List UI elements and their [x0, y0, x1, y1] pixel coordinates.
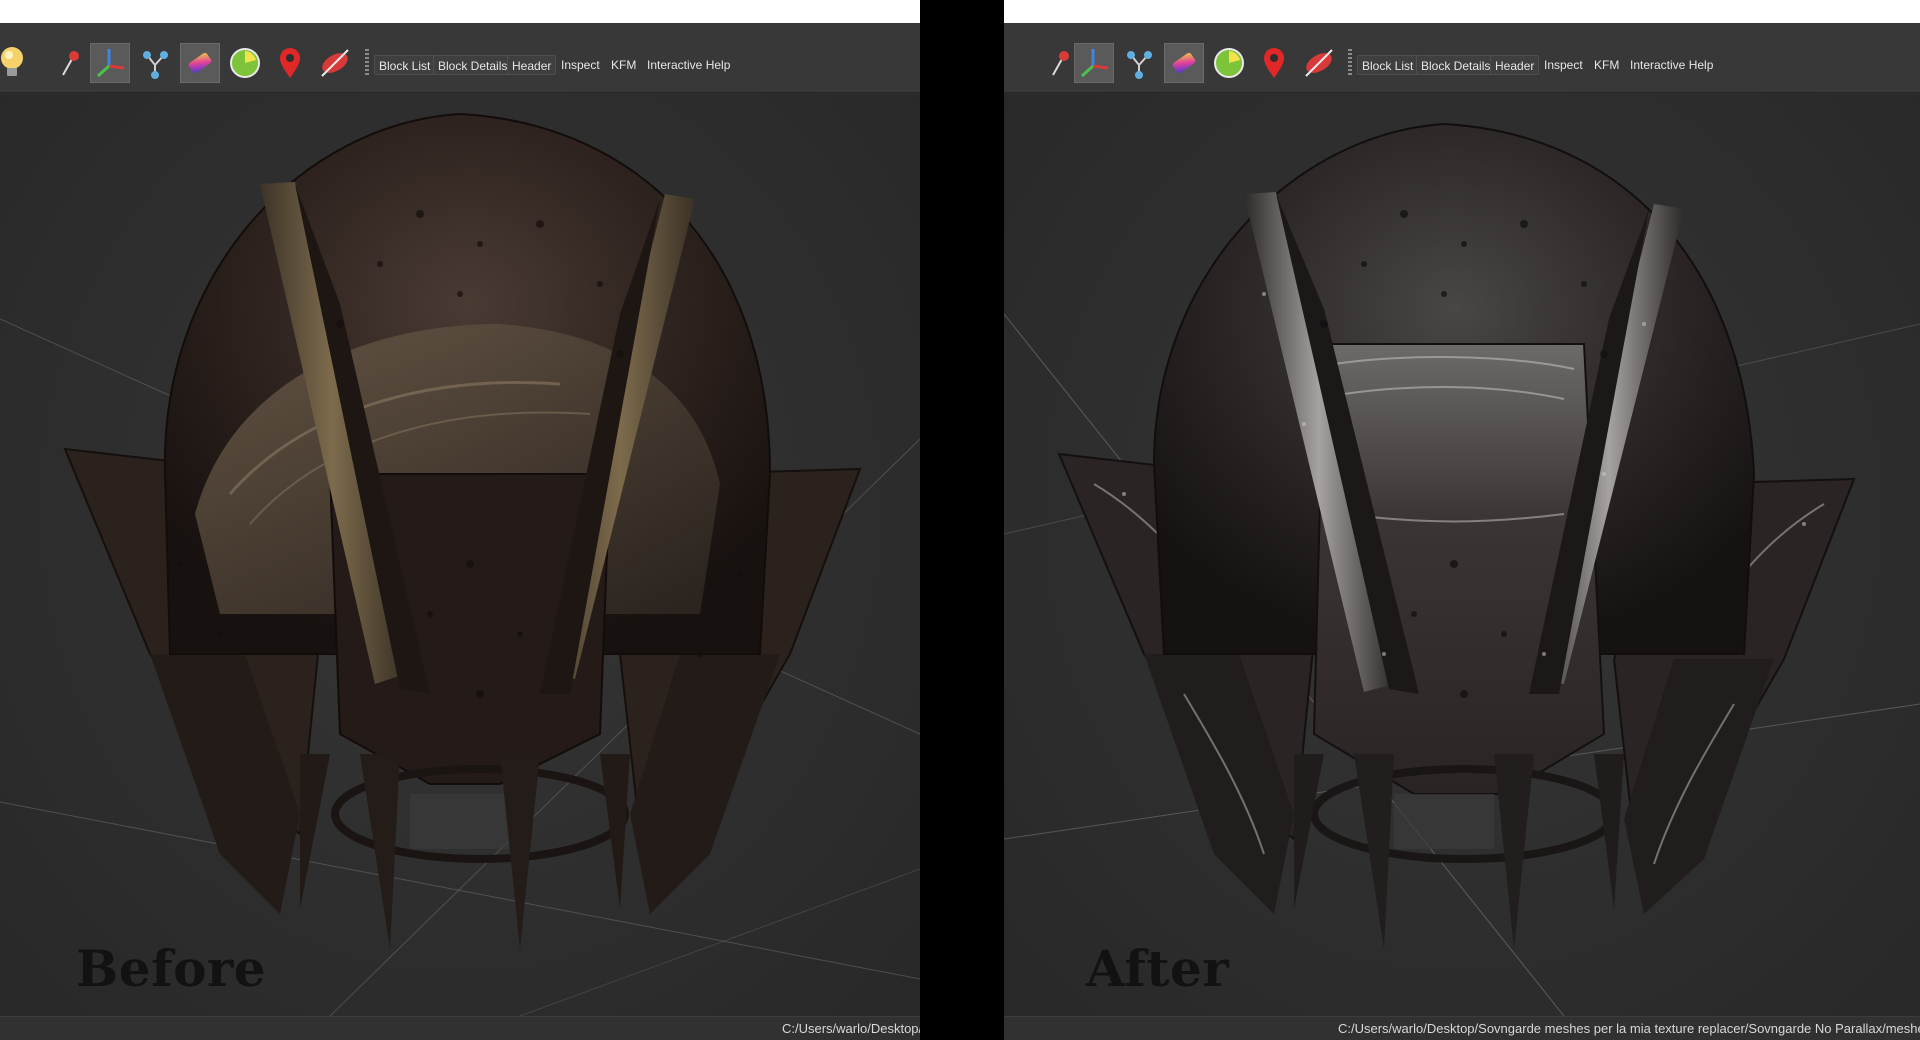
helmet-render-before	[0, 112, 920, 1016]
vertex-colors-icon[interactable]	[1164, 43, 1204, 83]
block-details-button[interactable]: Block Details	[1416, 55, 1496, 75]
hide-collision-icon[interactable]	[1299, 43, 1339, 83]
status-bar: C:/Users/warlo/Desktop/S	[0, 1016, 920, 1040]
before-caption: Before	[76, 939, 267, 998]
toolbar: Block List Block Details Header Inspect …	[1004, 23, 1920, 93]
panel-separator	[920, 0, 1004, 1040]
nifskope-window-before: Block List Block Details Header Inspect …	[0, 0, 920, 1040]
block-list-button[interactable]: Block List	[374, 55, 436, 75]
toolbar-grip[interactable]	[365, 49, 369, 75]
nifskope-window-after: Block List Block Details Header Inspect …	[1004, 0, 1920, 1040]
select-pin-icon[interactable]	[50, 43, 90, 83]
title-strip	[0, 0, 920, 23]
kfm-button[interactable]: KFM	[607, 55, 640, 75]
helmet-render-after	[1004, 122, 1920, 1016]
toolbar-grip[interactable]	[1348, 49, 1352, 75]
3d-viewport[interactable]: After	[1004, 94, 1920, 1016]
radar-icon[interactable]	[1209, 43, 1249, 83]
after-caption: After	[1086, 939, 1230, 998]
axes-icon[interactable]	[90, 43, 130, 83]
block-details-button[interactable]: Block Details	[433, 55, 513, 75]
file-path: C:/Users/warlo/Desktop/Sovngarde meshes …	[1338, 1021, 1920, 1036]
inspect-button[interactable]: Inspect	[1540, 55, 1587, 75]
skeleton-nodes-icon[interactable]	[135, 43, 175, 83]
vertex-colors-icon[interactable]	[180, 43, 220, 83]
block-list-button[interactable]: Block List	[1357, 55, 1419, 75]
title-strip	[1004, 0, 1920, 23]
toolbar: Block List Block Details Header Inspect …	[0, 23, 920, 93]
light-bulb-icon[interactable]	[0, 43, 32, 83]
header-button[interactable]: Header	[1490, 55, 1540, 75]
axes-icon[interactable]	[1074, 43, 1114, 83]
interactive-help-button[interactable]: Interactive Help	[1626, 55, 1717, 75]
skeleton-nodes-icon[interactable]	[1119, 43, 1159, 83]
location-marker-icon[interactable]	[1254, 43, 1294, 83]
inspect-button[interactable]: Inspect	[557, 55, 604, 75]
interactive-help-button[interactable]: Interactive Help	[643, 55, 734, 75]
location-marker-icon[interactable]	[270, 43, 310, 83]
file-path: C:/Users/warlo/Desktop/S	[782, 1021, 920, 1036]
radar-icon[interactable]	[225, 43, 265, 83]
status-bar: C:/Users/warlo/Desktop/Sovngarde meshes …	[1004, 1016, 1920, 1040]
kfm-button[interactable]: KFM	[1590, 55, 1623, 75]
header-button[interactable]: Header	[507, 55, 557, 75]
3d-viewport[interactable]: Before	[0, 94, 920, 1016]
hide-collision-icon[interactable]	[315, 43, 355, 83]
